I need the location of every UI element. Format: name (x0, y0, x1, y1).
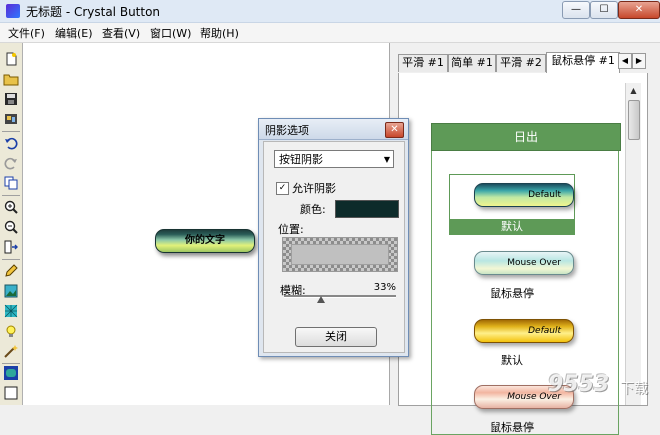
color-label: 颜色: (300, 203, 326, 216)
tab-next-button[interactable]: ▶ (632, 53, 646, 69)
dialog-title-bar[interactable]: 阴影选项 ✕ (259, 119, 408, 140)
window-title: 无标题 - Crystal Button (26, 5, 161, 19)
style-gallery-panel: 平滑 #1 简单 #1 平滑 #2 鼠标悬停 #1 ◀ ▶ 日出 默认 Defa… (390, 43, 660, 435)
tab-simple-1[interactable]: 简单 #1 (448, 54, 496, 72)
shadow-position-pad[interactable] (282, 237, 398, 272)
align-icon[interactable] (3, 239, 19, 255)
menu-bar: 文件(F) 编辑(E) 查看(V) 窗口(W) 帮助(H) (0, 23, 660, 43)
style-sample-gold-default[interactable]: Default (474, 319, 574, 343)
scroll-thumb[interactable] (628, 100, 640, 140)
menu-edit[interactable]: 编辑(E) (55, 25, 93, 41)
toolbar-separator (2, 131, 20, 132)
texture-icon[interactable] (3, 303, 19, 319)
app-icon (6, 4, 20, 18)
zoom-out-icon[interactable] (3, 219, 19, 235)
shadow-position-preview (291, 244, 389, 265)
style-caption-mouseover: 鼠标悬停 (490, 287, 534, 300)
title-bar: 无标题 - Crystal Button — ☐ ✕ (0, 0, 660, 23)
light-icon[interactable] (3, 323, 19, 339)
toolbar-separator (2, 363, 20, 364)
menu-window[interactable]: 窗口(W) (150, 25, 191, 41)
zoom-in-icon[interactable] (3, 199, 19, 215)
tab-smooth-1[interactable]: 平滑 #1 (398, 54, 448, 72)
style-sample-mouseover[interactable]: Mouse Over (474, 251, 574, 275)
tab-prev-button[interactable]: ◀ (618, 53, 632, 69)
dialog-body: 按钮阴影 ▼ ✓ 允许阴影 颜色: 位置: 模糊: 33% 关闭 (263, 141, 405, 353)
menu-file[interactable]: 文件(F) (8, 25, 45, 41)
rectangle-icon[interactable] (3, 385, 19, 401)
dialog-title: 阴影选项 (265, 124, 309, 137)
shadow-color-swatch[interactable] (335, 200, 399, 218)
shadow-type-select[interactable]: 按钮阴影 ▼ (274, 150, 394, 168)
menu-help[interactable]: 帮助(H) (200, 25, 239, 41)
blur-value: 33% (373, 282, 396, 293)
shadow-type-value: 按钮阴影 (279, 153, 323, 166)
dialog-close-button[interactable]: ✕ (385, 122, 404, 138)
selected-style-caption: 默认 (449, 219, 575, 235)
open-icon[interactable] (3, 71, 19, 87)
toolbar-separator (2, 195, 20, 196)
scroll-up-icon[interactable]: ▲ (626, 83, 641, 98)
redo-icon[interactable] (3, 155, 19, 171)
save-icon[interactable] (3, 91, 19, 107)
blur-slider-track[interactable] (284, 295, 396, 298)
style-caption-gold-default: 默认 (501, 354, 523, 367)
minimize-button[interactable]: — (562, 1, 590, 19)
style-set-header: 日出 (431, 123, 621, 151)
allow-shadow-checkbox[interactable]: ✓ (276, 182, 289, 195)
toolbar-separator (2, 259, 20, 260)
close-dialog-button[interactable]: 关闭 (295, 327, 377, 347)
pencil-icon[interactable] (3, 263, 19, 279)
preview-button[interactable]: 你的文字 (155, 229, 255, 253)
shadow-options-dialog: 阴影选项 ✕ 按钮阴影 ▼ ✓ 允许阴影 颜色: 位置: 模糊: 33% 关闭 (258, 118, 409, 357)
style-caption-peach-mouseover: 鼠标悬停 (490, 421, 534, 434)
export-icon[interactable] (3, 111, 19, 127)
close-button[interactable]: ✕ (618, 1, 660, 19)
image-icon[interactable] (3, 283, 19, 299)
tool-palette (0, 43, 23, 405)
magic-icon[interactable] (3, 343, 19, 359)
chevron-down-icon[interactable]: ▼ (384, 151, 390, 168)
menu-view[interactable]: 查看(V) (102, 25, 140, 41)
position-label: 位置: (278, 223, 304, 236)
button-shape-icon[interactable] (3, 365, 19, 381)
undo-icon[interactable] (3, 135, 19, 151)
tab-mouseover-1[interactable]: 鼠标悬停 #1 (546, 52, 620, 73)
watermark-logo: 9553 (548, 372, 610, 397)
blur-slider-thumb[interactable] (316, 296, 325, 303)
gallery-scrollbar[interactable]: ▲ (625, 83, 641, 405)
tab-smooth-2[interactable]: 平滑 #2 (496, 54, 546, 72)
watermark-text: 下载 (620, 381, 648, 397)
maximize-button[interactable]: ☐ (590, 1, 618, 19)
new-icon[interactable] (3, 51, 19, 67)
allow-shadow-label[interactable]: 允许阴影 (292, 180, 336, 196)
style-sample-default[interactable]: Default (474, 183, 574, 207)
copy-icon[interactable] (3, 175, 19, 191)
style-gallery: 日出 默认 Default Mouse Over 鼠标悬停 Default 默认… (398, 73, 648, 435)
